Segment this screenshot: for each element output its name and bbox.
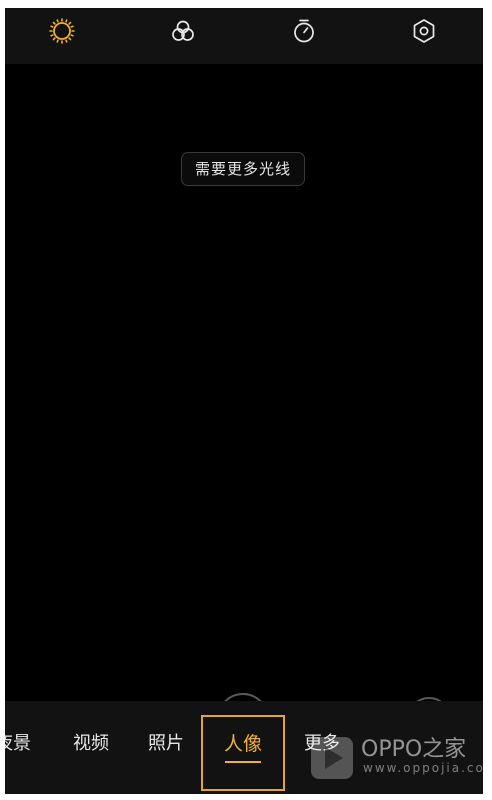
watermark-brand: OPPO之家 <box>361 737 467 762</box>
mode-photo[interactable]: 照片 <box>148 729 184 755</box>
active-mode-underline <box>225 761 261 763</box>
watermark-url: www.oppojia.com <box>363 761 483 775</box>
filter-icon <box>172 20 194 41</box>
flash-auto-icon <box>49 18 75 44</box>
mode-more[interactable]: 更多 <box>304 729 340 755</box>
low-light-hint: 需要更多光线 <box>181 152 305 186</box>
mode-portrait-label: 人像 <box>223 733 262 755</box>
flash-auto-button[interactable] <box>45 14 79 48</box>
mode-portrait[interactable]: 人像 <box>201 715 285 791</box>
timer-icon <box>294 19 314 43</box>
mode-night[interactable]: 夜景 <box>5 729 31 755</box>
top-toolbar <box>5 8 483 64</box>
filter-button[interactable] <box>166 14 200 48</box>
camera-screen: 需要更多光线 1X 夜景 视频 照片 人像 更多 <box>5 8 483 794</box>
settings-icon <box>413 19 435 43</box>
mode-video[interactable]: 视频 <box>73 729 109 755</box>
timer-button[interactable] <box>287 14 321 48</box>
settings-button[interactable] <box>407 14 441 48</box>
mode-selector: 夜景 视频 照片 人像 更多 OPPO之家 www.oppojia.com <box>5 701 483 794</box>
viewfinder[interactable]: 需要更多光线 1X <box>5 64 483 745</box>
